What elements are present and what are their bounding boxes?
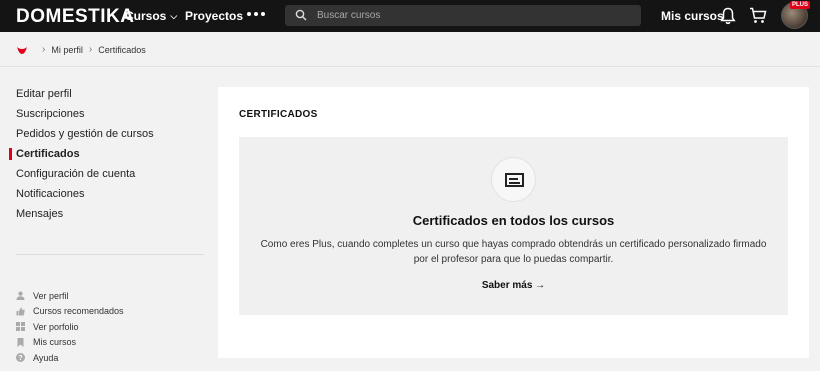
sidebar-item-mensajes[interactable]: Mensajes [0, 206, 154, 226]
bell-icon[interactable] [720, 7, 736, 25]
certificate-icon [491, 157, 536, 202]
breadcrumb-mi-perfil[interactable]: Mi perfil [51, 45, 83, 55]
sidebar-links: Ver perfil Cursos recomendados Ver porfo… [16, 288, 124, 366]
breadcrumb-divider [0, 66, 820, 67]
sidebar-item-suscripciones[interactable]: Suscripciones [0, 106, 154, 126]
svg-text:?: ? [18, 355, 22, 362]
nav-cursos-dropdown[interactable]: Cursos ⌵ [125, 9, 177, 23]
sidebar-link-ver-porfolio[interactable]: Ver porfolio [16, 319, 124, 335]
bookmark-icon [17, 337, 24, 347]
sidebar-link-label: Ver perfil [33, 290, 69, 301]
sidebar-menu: Editar perfil Suscripciones Pedidos y ge… [0, 86, 154, 226]
sidebar-link-ver-perfil[interactable]: Ver perfil [16, 288, 124, 304]
sidebar-link-label: Mis cursos [33, 337, 77, 348]
page-title: CERTIFICADOS [239, 109, 318, 120]
sidebar-link-label: Cursos recomendados [33, 306, 124, 317]
help-icon: ? [16, 353, 25, 363]
grid-icon [16, 322, 25, 332]
plus-badge: PLUS [790, 1, 811, 9]
sidebar-link-mis-cursos[interactable]: Mis cursos [16, 335, 124, 351]
certificados-panel: Certificados en todos los cursos Como er… [239, 137, 788, 315]
sidebar-item-pedidos[interactable]: Pedidos y gestión de cursos [0, 126, 154, 146]
nav-proyectos-link[interactable]: Proyectos [185, 9, 243, 23]
sidebar-link-label: Ver porfolio [33, 321, 79, 332]
panel-description: Como eres Plus, cuando completes un curs… [260, 239, 767, 265]
mis-cursos-link[interactable]: Mis cursos [661, 9, 724, 23]
thumbs-up-icon [16, 307, 25, 316]
saber-mas-link[interactable]: Saber más → [239, 280, 788, 291]
nav-cursos-label: Cursos [125, 9, 167, 23]
sidebar-link-label: Ayuda [33, 352, 59, 363]
cart-icon[interactable] [749, 7, 767, 24]
search-bar [285, 5, 641, 26]
top-navbar: DOMESTIKA Cursos⌵ Proyectos Mis cursos P… [0, 0, 820, 32]
breadcrumb-certificados: Certificados [98, 44, 146, 55]
sidebar-divider [16, 254, 204, 255]
domestika-home-icon[interactable] [16, 45, 28, 55]
breadcrumb: › Mi perfil › Certificados [16, 44, 146, 55]
sidebar-link-ayuda[interactable]: ? Ayuda [16, 350, 124, 366]
panel-heading: Certificados en todos los cursos [412, 213, 615, 228]
certificados-card: CERTIFICADOS Certificados en todos los c… [218, 87, 809, 358]
search-input[interactable] [317, 5, 627, 26]
domestika-logo[interactable]: DOMESTIKA [16, 6, 135, 28]
more-menu-icon[interactable] [247, 12, 265, 16]
user-icon [16, 291, 25, 301]
chevron-right-icon: › [88, 44, 93, 55]
search-icon [295, 9, 307, 21]
sidebar-item-editar-perfil[interactable]: Editar perfil [0, 86, 154, 106]
sidebar-link-cursos-recomendados[interactable]: Cursos recomendados [16, 304, 124, 320]
sidebar-item-notificaciones[interactable]: Notificaciones [0, 186, 154, 206]
chevron-right-icon: › [42, 44, 46, 55]
sidebar-item-configuracion[interactable]: Configuración de cuenta [0, 166, 154, 186]
chevron-down-icon: ⌵ [170, 11, 178, 21]
sidebar-item-certificados[interactable]: Certificados [0, 146, 154, 166]
